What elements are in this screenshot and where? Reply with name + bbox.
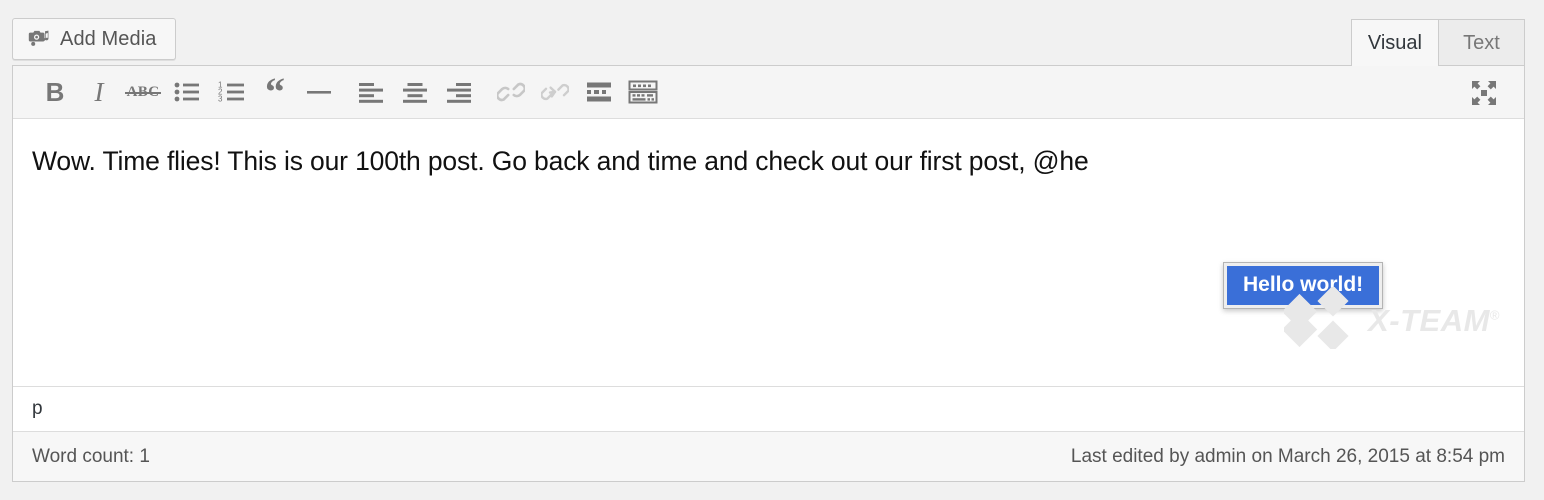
add-media-label: Add Media [60,28,157,50]
tab-visual[interactable]: Visual [1350,19,1439,66]
element-path-item[interactable]: p [32,398,43,420]
editor-container: B I ABC 1 2 3 “ Wow. Time flies! This is… [12,65,1525,482]
align-left-icon [358,81,384,103]
xteam-wordmark: X-TEAM® [1368,303,1500,339]
mention-autocomplete-popup: Hello world! [1223,262,1384,310]
fullscreen-expand-icon [1470,79,1498,107]
unlink-icon [541,80,569,104]
align-center-icon [402,81,428,103]
editor-top-bar: Add Media Visual Text [0,0,1544,66]
svg-text:3: 3 [218,95,223,103]
wordpress-post-editor: Add Media Visual Text B I ABC 1 2 3 “ Wo… [0,0,1544,500]
post-paragraph[interactable]: Wow. Time flies! This is our 100th post.… [32,143,1504,181]
editor-footer: Word count: 1 Last edited by admin on Ma… [13,431,1524,481]
align-right-icon [446,81,472,103]
read-more-icon [585,81,613,103]
toolbar-toggle-button[interactable] [621,70,665,114]
bullet-list-icon [174,81,200,103]
bullet-list-button[interactable] [165,70,209,114]
tab-visual-label: Visual [1367,31,1422,54]
numbered-list-button[interactable]: 1 2 3 [209,70,253,114]
editor-mode-tabs: Visual Text [1350,19,1525,66]
registered-mark: ® [1489,307,1500,323]
blockquote-icon: “ [265,69,285,114]
mention-suggestion-item[interactable]: Hello world! [1227,266,1380,306]
remove-link-button[interactable] [533,70,577,114]
align-center-button[interactable] [393,70,437,114]
word-count: Word count: 1 [32,445,150,467]
last-edited-info: Last edited by admin on March 26, 2015 a… [1070,445,1505,467]
numbered-list-icon: 1 2 3 [218,81,245,103]
editor-content-area[interactable]: Wow. Time flies! This is our 100th post.… [13,119,1524,386]
horizontal-rule-icon [306,81,332,103]
align-left-button[interactable] [349,70,393,114]
strikethrough-icon: ABC [124,83,162,100]
toolbar-toggle-icon [628,80,658,104]
add-media-button[interactable]: Add Media [12,18,176,60]
align-right-button[interactable] [437,70,481,114]
bold-icon: B [45,77,65,107]
element-path-bar: p [13,386,1524,431]
bold-button[interactable]: B [33,70,77,114]
formatting-toolbar: B I ABC 1 2 3 “ [13,66,1524,119]
tab-text[interactable]: Text [1439,19,1525,66]
italic-icon: I [94,76,104,107]
distraction-free-mode-button[interactable] [1462,71,1506,115]
link-icon [497,80,525,104]
insert-link-button[interactable] [489,70,533,114]
italic-button[interactable]: I [77,70,121,114]
strikethrough-button[interactable]: ABC [121,70,165,114]
xteam-wordmark-text: X-TEAM [1368,302,1490,338]
read-more-button[interactable] [577,70,621,114]
blockquote-button[interactable]: “ [253,70,297,114]
horizontal-rule-button[interactable] [297,70,341,114]
tab-text-label: Text [1463,31,1500,54]
camera-music-icon [28,28,50,50]
